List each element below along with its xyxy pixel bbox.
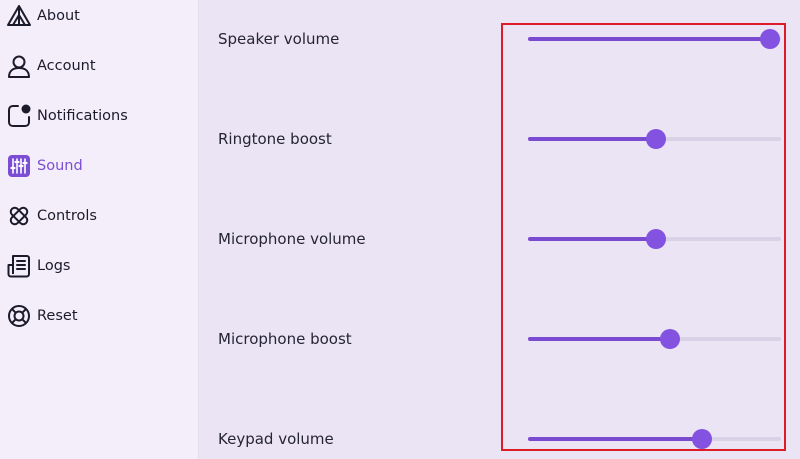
slider-fill — [528, 37, 770, 41]
sidebar-item-label: Controls — [37, 208, 97, 224]
slider-thumb[interactable] — [646, 129, 666, 149]
sidebar-item-sound[interactable]: Sound — [0, 144, 198, 188]
setting-row-ringtone-boost: Ringtone boost — [199, 119, 800, 159]
sidebar-item-label: About — [37, 8, 80, 24]
sidebar-item-label: Sound — [37, 158, 83, 174]
slider-fill — [528, 237, 656, 241]
sidebar-item-label: Notifications — [37, 108, 128, 124]
speaker-volume-slider[interactable] — [528, 27, 781, 51]
ringtone-boost-slider[interactable] — [528, 127, 781, 151]
user-icon — [6, 53, 32, 79]
microphone-volume-slider[interactable] — [528, 227, 781, 251]
slider-thumb[interactable] — [646, 229, 666, 249]
sidebar-item-label: Account — [37, 58, 96, 74]
about-icon — [6, 3, 32, 29]
setting-label: Microphone volume — [218, 230, 366, 248]
sliders-icon — [6, 153, 32, 179]
setting-row-speaker-volume: Speaker volume — [199, 19, 800, 59]
sidebar-item-logs[interactable]: Logs — [0, 244, 198, 288]
sidebar: About Account Notifications Sound Contro… — [0, 0, 199, 459]
microphone-boost-slider[interactable] — [528, 327, 781, 351]
setting-label: Speaker volume — [218, 30, 340, 48]
setting-row-microphone-volume: Microphone volume — [199, 219, 800, 259]
sound-settings-panel: Speaker volume Ringtone boost Microphone… — [199, 0, 800, 459]
setting-label: Ringtone boost — [218, 130, 332, 148]
lifebuoy-icon — [6, 303, 32, 329]
sidebar-item-account[interactable]: Account — [0, 44, 198, 88]
sidebar-item-label: Logs — [37, 258, 71, 274]
slider-fill — [528, 337, 670, 341]
sidebar-item-label: Reset — [37, 308, 78, 324]
slider-thumb[interactable] — [760, 29, 780, 49]
keypad-volume-slider[interactable] — [528, 427, 781, 451]
sidebar-item-reset[interactable]: Reset — [0, 294, 198, 338]
slider-thumb[interactable] — [691, 429, 712, 449]
sidebar-item-notifications[interactable]: Notifications — [0, 94, 198, 138]
slider-fill — [528, 437, 702, 441]
document-icon — [6, 253, 32, 279]
notification-icon — [6, 103, 32, 129]
controls-icon — [6, 203, 32, 229]
slider-fill — [528, 137, 656, 141]
sidebar-item-about[interactable]: About — [0, 0, 198, 38]
setting-row-microphone-boost: Microphone boost — [199, 319, 800, 359]
setting-label: Microphone boost — [218, 330, 352, 348]
slider-thumb[interactable] — [659, 329, 680, 349]
sidebar-item-controls[interactable]: Controls — [0, 194, 198, 238]
setting-label: Keypad volume — [218, 430, 334, 448]
setting-row-keypad-volume: Keypad volume — [199, 419, 800, 459]
